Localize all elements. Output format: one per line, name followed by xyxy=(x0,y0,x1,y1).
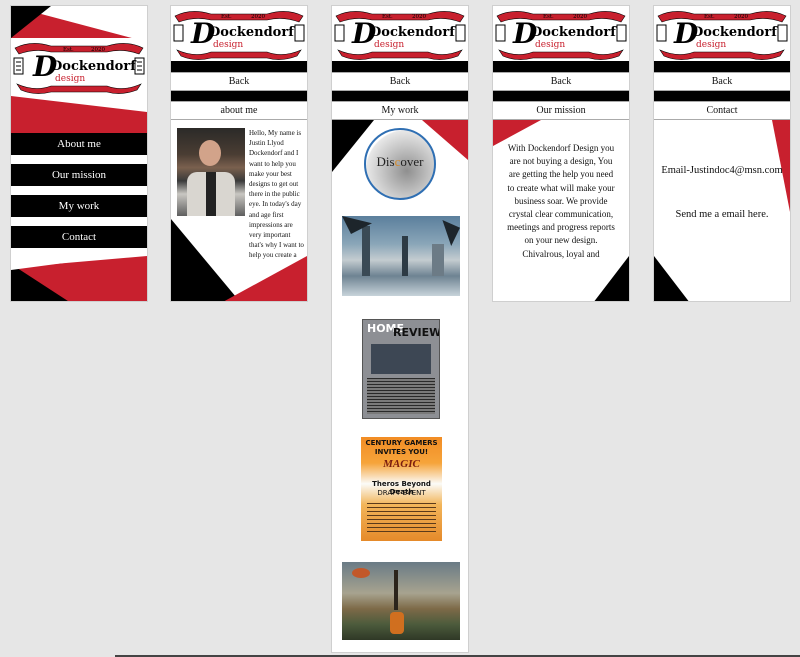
page-title: Contact xyxy=(654,101,790,120)
brand-logo[interactable]: Est. 2020 D Dockendorf design xyxy=(171,6,307,61)
svg-text:2020: 2020 xyxy=(734,14,748,20)
svg-text:Dockendorf: Dockendorf xyxy=(692,25,778,40)
svg-text:design: design xyxy=(374,40,404,50)
figure-shape xyxy=(390,612,404,634)
svg-text:Est.: Est. xyxy=(382,14,393,20)
svg-text:design: design xyxy=(55,74,85,84)
svg-text:2020: 2020 xyxy=(573,14,587,20)
back-button[interactable]: Back xyxy=(332,72,468,91)
tower-shape xyxy=(402,236,408,276)
poster-line: INVITES YOU! xyxy=(374,448,429,456)
divider-bar xyxy=(493,91,629,101)
svg-text:design: design xyxy=(696,40,726,50)
svg-text:2020: 2020 xyxy=(412,14,426,20)
magazine-columns xyxy=(367,378,435,414)
portfolio-image-city[interactable] xyxy=(342,216,460,296)
svg-text:design: design xyxy=(213,40,243,50)
discover-text: Discover xyxy=(376,154,424,169)
tree-shape xyxy=(394,570,398,610)
contact-screen: Est. 2020 D Dockendorf design Back Conta… xyxy=(653,5,791,302)
poster-fineprint xyxy=(367,503,436,535)
menu-about-button[interactable]: About me xyxy=(11,133,147,155)
svg-text:2020: 2020 xyxy=(91,47,105,53)
svg-text:Dockendorf: Dockendorf xyxy=(370,25,456,40)
brand-logo[interactable]: Est. 2020 D Dockendorf design xyxy=(493,6,629,61)
home-screen: Est. 2020 D Dockendorf design About me O… xyxy=(10,5,148,302)
shard-shape xyxy=(442,220,460,246)
svg-text:Est.: Est. xyxy=(543,14,554,20)
svg-text:Est.: Est. xyxy=(63,47,74,53)
page-title: My work xyxy=(332,101,468,120)
work-screen: Est. 2020 D Dockendorf design Back My wo… xyxy=(331,5,469,653)
menu-work-button[interactable]: My work xyxy=(11,195,147,217)
svg-text:Est.: Est. xyxy=(221,14,232,20)
contact-cta[interactable]: Send me a email here. xyxy=(654,209,790,220)
mission-screen: Est. 2020 D Dockendorf design Back Our m… xyxy=(492,5,630,302)
contact-email-link[interactable]: Email-Justindoc4@msn.com xyxy=(654,165,790,176)
portfolio-image-home-review[interactable]: HOME REVIEW xyxy=(362,319,440,419)
brand-logo[interactable]: Est. 2020 D Dockendorf design xyxy=(11,38,147,94)
profile-photo xyxy=(177,128,245,216)
svg-text:Dockendorf: Dockendorf xyxy=(51,59,137,74)
about-screen: Est. 2020 D Dockendorf design Back about… xyxy=(170,5,308,302)
magazine-title-2: REVIEW xyxy=(393,326,440,339)
svg-text:Est.: Est. xyxy=(704,14,715,20)
face-shape xyxy=(199,140,221,166)
brand-logo[interactable]: Est. 2020 D Dockendorf design xyxy=(332,6,468,61)
menu-mission-button[interactable]: Our mission xyxy=(11,164,147,186)
magazine-photo xyxy=(371,344,431,374)
portfolio-image-landscape[interactable] xyxy=(342,562,460,640)
back-button[interactable]: Back xyxy=(171,72,307,91)
divider-bar xyxy=(171,91,307,101)
menu-contact-button[interactable]: Contact xyxy=(11,226,147,248)
svg-text:2020: 2020 xyxy=(251,14,265,20)
black-corner-shape xyxy=(654,256,690,301)
back-button[interactable]: Back xyxy=(493,72,629,91)
page-title: Our mission xyxy=(493,101,629,120)
vest-center xyxy=(206,172,216,216)
tower-shape xyxy=(432,244,444,276)
discover-logo[interactable]: Discover xyxy=(364,128,436,200)
divider-bar xyxy=(332,91,468,101)
black-corner-shape xyxy=(11,6,51,38)
portfolio-image-poster[interactable]: CENTURY GAMERS INVITES YOU! MAGIC Theros… xyxy=(361,437,442,541)
back-button[interactable]: Back xyxy=(654,72,790,91)
mission-text: With Dockendorf Design you are not buyin… xyxy=(507,143,615,259)
red-band-shape xyxy=(11,96,147,134)
poster-line: DRAFT EVENT xyxy=(377,489,426,497)
about-text: Hello, My name is Justin Llyod Dockendor… xyxy=(249,129,304,260)
svg-text:Dockendorf: Dockendorf xyxy=(209,25,295,40)
fire-shape xyxy=(352,568,370,578)
divider-bar xyxy=(654,91,790,101)
svg-text:Dockendorf: Dockendorf xyxy=(531,25,617,40)
tower-shape xyxy=(362,226,370,276)
poster-line: CENTURY GAMERS xyxy=(365,439,438,447)
poster-line: MAGIC xyxy=(383,458,420,470)
brand-logo[interactable]: Est. 2020 D Dockendorf design xyxy=(654,6,790,61)
page-title: about me xyxy=(171,101,307,120)
black-corner-shape xyxy=(171,219,241,301)
svg-text:design: design xyxy=(535,40,565,50)
